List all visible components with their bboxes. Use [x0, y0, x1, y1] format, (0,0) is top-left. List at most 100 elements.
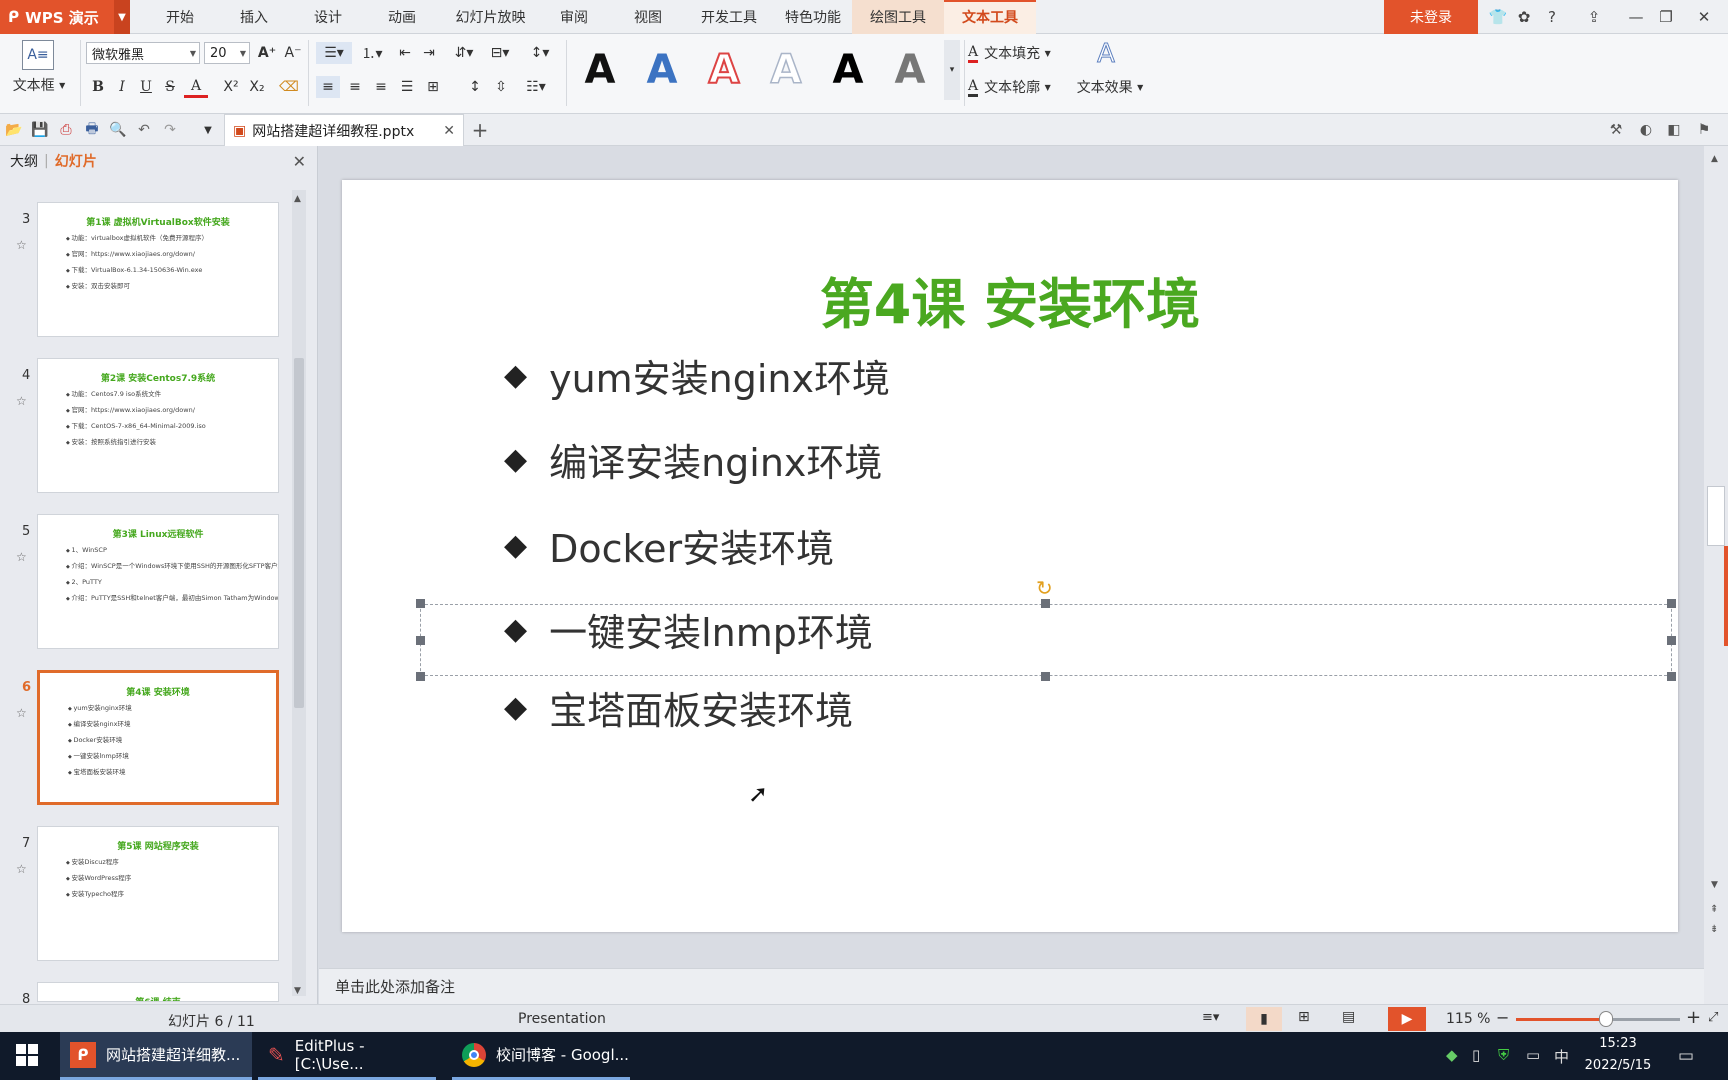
- slide-thumbnail[interactable]: 第1课 虚拟机VirtualBox软件安装功能：virtualbox虚拟机软件（…: [37, 202, 279, 337]
- login-button[interactable]: 未登录: [1384, 0, 1478, 34]
- text-selection-box[interactable]: [420, 604, 1672, 676]
- text-fill-button[interactable]: A 文本填充 ▼: [968, 42, 1068, 64]
- print-icon[interactable]: 🖶: [82, 120, 102, 140]
- notifications-icon[interactable]: ▭: [1678, 1046, 1694, 1066]
- notes-menu-icon[interactable]: ≡▾: [1202, 1010, 1219, 1025]
- menu-item[interactable]: 特色功能: [780, 0, 846, 34]
- font-name-select[interactable]: 微软雅黑 ▼: [86, 42, 200, 64]
- close-panel-icon[interactable]: ✕: [293, 152, 306, 171]
- shrink-font-icon[interactable]: A⁻: [282, 42, 304, 64]
- windows-start-icon[interactable]: [16, 1044, 38, 1066]
- zoom-in-icon[interactable]: +: [1686, 1007, 1701, 1028]
- slide-title[interactable]: 第4课 安装环境: [342, 260, 1678, 339]
- panel-scrollbar-thumb[interactable]: [294, 358, 304, 708]
- tool-icon-4[interactable]: ⚑: [1694, 120, 1714, 140]
- zoom-level[interactable]: 115 %: [1446, 1011, 1490, 1027]
- text-style-black-bold[interactable]: A: [820, 38, 876, 102]
- clock-time[interactable]: 15:23: [1586, 1036, 1650, 1051]
- menu-item[interactable]: 设计: [310, 0, 346, 34]
- rotate-handle-icon[interactable]: ↻: [1036, 576, 1053, 600]
- app-menu-dropdown-icon[interactable]: ▼: [114, 0, 130, 34]
- scroll-thumb[interactable]: [1707, 486, 1725, 546]
- resize-handle[interactable]: [416, 636, 425, 645]
- document-tab[interactable]: ▣ 网站搭建超详细教程.pptx ✕: [224, 114, 464, 146]
- redo-icon[interactable]: ↷: [160, 120, 180, 140]
- decrease-indent-icon[interactable]: ⇤: [394, 42, 416, 64]
- align-text-icon[interactable]: ⊟▾: [484, 42, 516, 64]
- customize-dropdown-icon[interactable]: ▼: [198, 120, 218, 140]
- slide-canvas[interactable]: 第4课 安装环境 ◆ yum安装nginx环境 ◆ 编译安装nginx环境 ◆ Docke…: [342, 180, 1678, 932]
- resize-handle[interactable]: [1667, 599, 1676, 608]
- slide-bullet[interactable]: ◆ yum安装nginx环境: [504, 348, 890, 403]
- slide-bullet[interactable]: ◆ 宝塔面板安装环境: [504, 680, 853, 735]
- font-size-select[interactable]: 20 ▼: [204, 42, 250, 64]
- align-center-icon[interactable]: ≡: [344, 76, 366, 98]
- usb-tray-icon[interactable]: ▯: [1472, 1046, 1480, 1064]
- undo-icon[interactable]: ↶: [134, 120, 154, 140]
- tool-icon-3[interactable]: ◧: [1664, 120, 1684, 140]
- text-style-gray[interactable]: A: [882, 38, 938, 102]
- font-color-icon[interactable]: A: [184, 76, 208, 98]
- open-icon[interactable]: 📂: [4, 120, 24, 140]
- tab-drawing-tools[interactable]: 绘图工具: [852, 0, 944, 34]
- grow-font-icon[interactable]: A⁺: [256, 42, 278, 64]
- resize-handle[interactable]: [1667, 672, 1676, 681]
- taskbar-editplus[interactable]: ✎ EditPlus - [C:\Use...: [258, 1032, 436, 1080]
- text-effect-icon[interactable]: A: [1092, 38, 1120, 70]
- save-icon[interactable]: 💾: [30, 120, 50, 140]
- text-style-blue[interactable]: A: [634, 38, 690, 102]
- menu-item[interactable]: 幻灯片放映: [450, 0, 531, 34]
- vertical-scrollbar[interactable]: ▲ ▼ ⇞ ⇟: [1704, 146, 1728, 1004]
- animation-star-icon[interactable]: ☆: [16, 238, 27, 252]
- increase-indent-icon[interactable]: ⇥: [418, 42, 440, 64]
- menu-item[interactable]: 动画: [384, 0, 420, 34]
- slide-bullet[interactable]: ◆ Docker安装环境: [504, 518, 834, 573]
- taskbar-chrome[interactable]: 校间博客 - Googl...: [452, 1032, 630, 1080]
- subscript-icon[interactable]: X₂: [246, 76, 268, 98]
- new-tab-icon[interactable]: +: [470, 118, 490, 142]
- columns-icon[interactable]: ☷▾: [518, 76, 554, 98]
- network-tray-icon[interactable]: ▭: [1526, 1046, 1540, 1064]
- ime-indicator[interactable]: 中: [1554, 1046, 1569, 1067]
- slide-bullet[interactable]: ◆ 编译安装nginx环境: [504, 432, 882, 487]
- textbox-button[interactable]: 文本框 ▼: [8, 74, 70, 96]
- bold-icon[interactable]: B: [88, 76, 108, 98]
- fit-window-icon[interactable]: ⤢: [1708, 1010, 1718, 1025]
- minimize-icon[interactable]: —: [1622, 0, 1650, 34]
- resize-handle[interactable]: [416, 672, 425, 681]
- slide-thumbnail[interactable]: 第4课 安装环境 yum安装nginx环境编译安装nginx环境 Docker安装环…: [37, 670, 279, 805]
- wps-app-button[interactable]: ᑭ WPS 演示 ▼: [0, 0, 130, 34]
- align-right-icon[interactable]: ≡: [370, 76, 392, 98]
- play-slideshow-icon[interactable]: ▶: [1388, 1007, 1426, 1031]
- clock-date[interactable]: 2022/5/15: [1580, 1058, 1656, 1073]
- taskbar-wps[interactable]: ᑭ 网站搭建超详细教...: [60, 1032, 252, 1080]
- resize-handle[interactable]: [1041, 599, 1050, 608]
- scroll-down-icon[interactable]: ▼: [294, 986, 301, 996]
- tool-icon-1[interactable]: ⚒: [1606, 120, 1626, 140]
- scroll-up-icon[interactable]: ▲: [1711, 154, 1718, 164]
- close-tab-icon[interactable]: ✕: [443, 123, 455, 139]
- zoom-slider-knob[interactable]: [1599, 1011, 1613, 1027]
- animation-star-icon[interactable]: ☆: [16, 550, 27, 564]
- slide-thumbnail[interactable]: 第2课 安装Centos7.9系统功能：Centos7.9 iso系统文件官网：…: [37, 358, 279, 493]
- strikethrough-icon[interactable]: S: [160, 76, 180, 98]
- distribute-icon[interactable]: ⊞: [422, 76, 444, 98]
- normal-view-icon[interactable]: ▮: [1246, 1007, 1282, 1031]
- superscript-icon[interactable]: X²: [220, 76, 242, 98]
- tab-slides[interactable]: 幻灯片: [55, 151, 97, 171]
- numbering-icon[interactable]: ⒈▾: [356, 42, 388, 64]
- align-left-icon[interactable]: ≡: [316, 76, 340, 98]
- slide-thumbnail[interactable]: 第6课 结束: [37, 982, 279, 1002]
- animation-star-icon[interactable]: ☆: [16, 394, 27, 408]
- slide-sorter-icon[interactable]: ⊞: [1298, 1009, 1310, 1025]
- side-accent-tab[interactable]: [1724, 546, 1728, 646]
- close-window-icon[interactable]: ✕: [1690, 0, 1718, 34]
- tab-text-tools[interactable]: 文本工具: [944, 0, 1036, 34]
- prev-slide-icon[interactable]: ⇞: [1710, 904, 1718, 915]
- text-style-red-outline[interactable]: A: [696, 38, 752, 102]
- slide-thumbnail[interactable]: 第5课 网站程序安装安装Discuz程序安装WordPress程序安装Typec…: [37, 826, 279, 961]
- text-style-light-outline[interactable]: A: [758, 38, 814, 102]
- tab-outline[interactable]: 大纲: [10, 151, 38, 171]
- paragraph-spacing-icon[interactable]: ⇳: [490, 76, 512, 98]
- slide-thumbnail[interactable]: 第3课 Linux远程软件 1、WinSCP 介绍：WinSCP是一个Windows…: [37, 514, 279, 649]
